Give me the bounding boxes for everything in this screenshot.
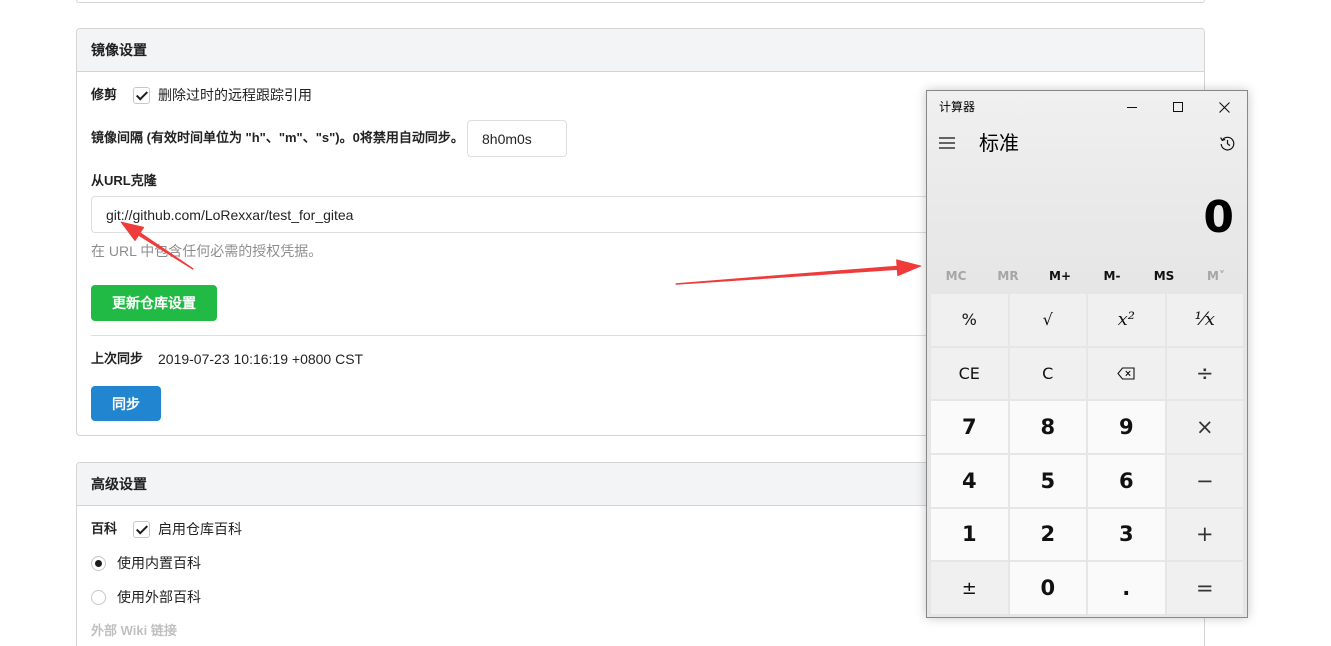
sync-now-button[interactable]: 同步	[91, 386, 161, 421]
previous-panel-edge	[76, 0, 1205, 3]
key-1[interactable]: 1	[931, 508, 1008, 561]
key-subtract[interactable]: −	[1166, 455, 1243, 507]
navigation-menu-button[interactable]	[931, 127, 963, 159]
memory-row: MC MR M+ M- MS M˅	[930, 266, 1242, 286]
memory-add-button[interactable]: M+	[1034, 266, 1086, 286]
key-divide[interactable]: ÷	[1166, 347, 1243, 400]
maximize-button[interactable]	[1155, 91, 1201, 123]
minimize-button[interactable]	[1109, 91, 1155, 123]
mirror-interval-input[interactable]	[467, 120, 567, 157]
clone-url-label: 从URL克隆	[91, 173, 157, 188]
key-clear[interactable]: C	[1009, 347, 1086, 400]
maximize-icon	[1173, 102, 1183, 112]
close-button[interactable]	[1201, 91, 1247, 123]
mirror-interval-label: 镜像间隔 (有效时间单位为 "h"、"m"、"s")。0将禁用自动同步。	[91, 130, 464, 145]
key-5[interactable]: 5	[1009, 455, 1086, 507]
calculator-title: 计算器	[939, 100, 976, 114]
wiki-label: 百科	[91, 521, 118, 536]
builtin-wiki-label[interactable]: 使用内置百科	[117, 553, 201, 573]
key-negate[interactable]: ±	[931, 562, 1008, 614]
key-clear-entry[interactable]: CE	[931, 347, 1008, 400]
builtin-wiki-radio[interactable]	[91, 556, 106, 571]
key-8[interactable]: 8	[1009, 401, 1086, 453]
memory-subtract-button[interactable]: M-	[1086, 266, 1138, 286]
memory-store-button[interactable]: MS	[1138, 266, 1190, 286]
minimize-icon	[1127, 107, 1137, 108]
keypad: % √ x² ¹⁄x CE C ÷ 7 8 9 × 4 5 6 − 1 2 3	[931, 294, 1243, 614]
history-button[interactable]	[1211, 127, 1243, 159]
hamburger-icon	[939, 137, 955, 149]
close-icon	[1218, 101, 1230, 113]
clone-url-help: 在 URL 中包含任何必需的授权凭据。	[91, 243, 323, 259]
prune-label: 修剪	[91, 87, 118, 102]
enable-wiki-label[interactable]: 启用仓库百科	[158, 519, 242, 539]
key-square-root[interactable]: √	[1009, 294, 1086, 346]
mirror-settings-title: 镜像设置	[77, 29, 1204, 72]
key-4[interactable]: 4	[931, 455, 1008, 507]
key-add[interactable]: +	[1166, 508, 1243, 561]
update-repo-settings-button[interactable]: 更新仓库设置	[91, 285, 217, 321]
backspace-icon	[1117, 367, 1135, 380]
page: 镜像设置 修剪 删除过时的远程跟踪引用 镜像间隔 (有效时间单位为 "h"、"m…	[0, 0, 1331, 646]
key-reciprocal[interactable]: ¹⁄x	[1166, 294, 1243, 346]
external-wiki-radio[interactable]	[91, 590, 106, 605]
key-equals[interactable]: =	[1166, 562, 1243, 614]
key-3[interactable]: 3	[1088, 508, 1165, 561]
history-icon	[1219, 136, 1234, 151]
key-percent[interactable]: %	[931, 294, 1008, 346]
key-7[interactable]: 7	[931, 401, 1008, 453]
key-square[interactable]: x²	[1088, 294, 1165, 346]
last-sync-value: 2019-07-23 10:16:19 +0800 CST	[158, 351, 364, 367]
memory-list-button[interactable]: M˅	[1190, 266, 1242, 286]
memory-clear-button[interactable]: MC	[930, 266, 982, 286]
prune-checkbox[interactable]	[133, 87, 150, 104]
last-sync-label: 上次同步	[91, 351, 144, 366]
key-2[interactable]: 2	[1009, 508, 1086, 561]
calculator-display: 0	[1203, 192, 1234, 243]
external-wiki-url-label: 外部 Wiki 链接	[91, 623, 177, 638]
key-decimal[interactable]: .	[1088, 562, 1165, 614]
enable-wiki-checkbox[interactable]	[133, 521, 150, 538]
prune-checkbox-label[interactable]: 删除过时的远程跟踪引用	[158, 85, 312, 105]
memory-recall-button[interactable]: MR	[982, 266, 1034, 286]
key-backspace[interactable]	[1088, 347, 1165, 400]
external-wiki-label[interactable]: 使用外部百科	[117, 587, 201, 607]
key-multiply[interactable]: ×	[1166, 401, 1243, 453]
key-6[interactable]: 6	[1088, 455, 1165, 507]
key-0[interactable]: 0	[1009, 562, 1086, 614]
key-9[interactable]: 9	[1088, 401, 1165, 453]
calculator-window[interactable]: 计算器 标准 0 MC MR M+ M- MS M˅ % √ x² ¹⁄x CE…	[926, 90, 1248, 618]
calculator-mode-title: 标准	[979, 131, 1019, 155]
